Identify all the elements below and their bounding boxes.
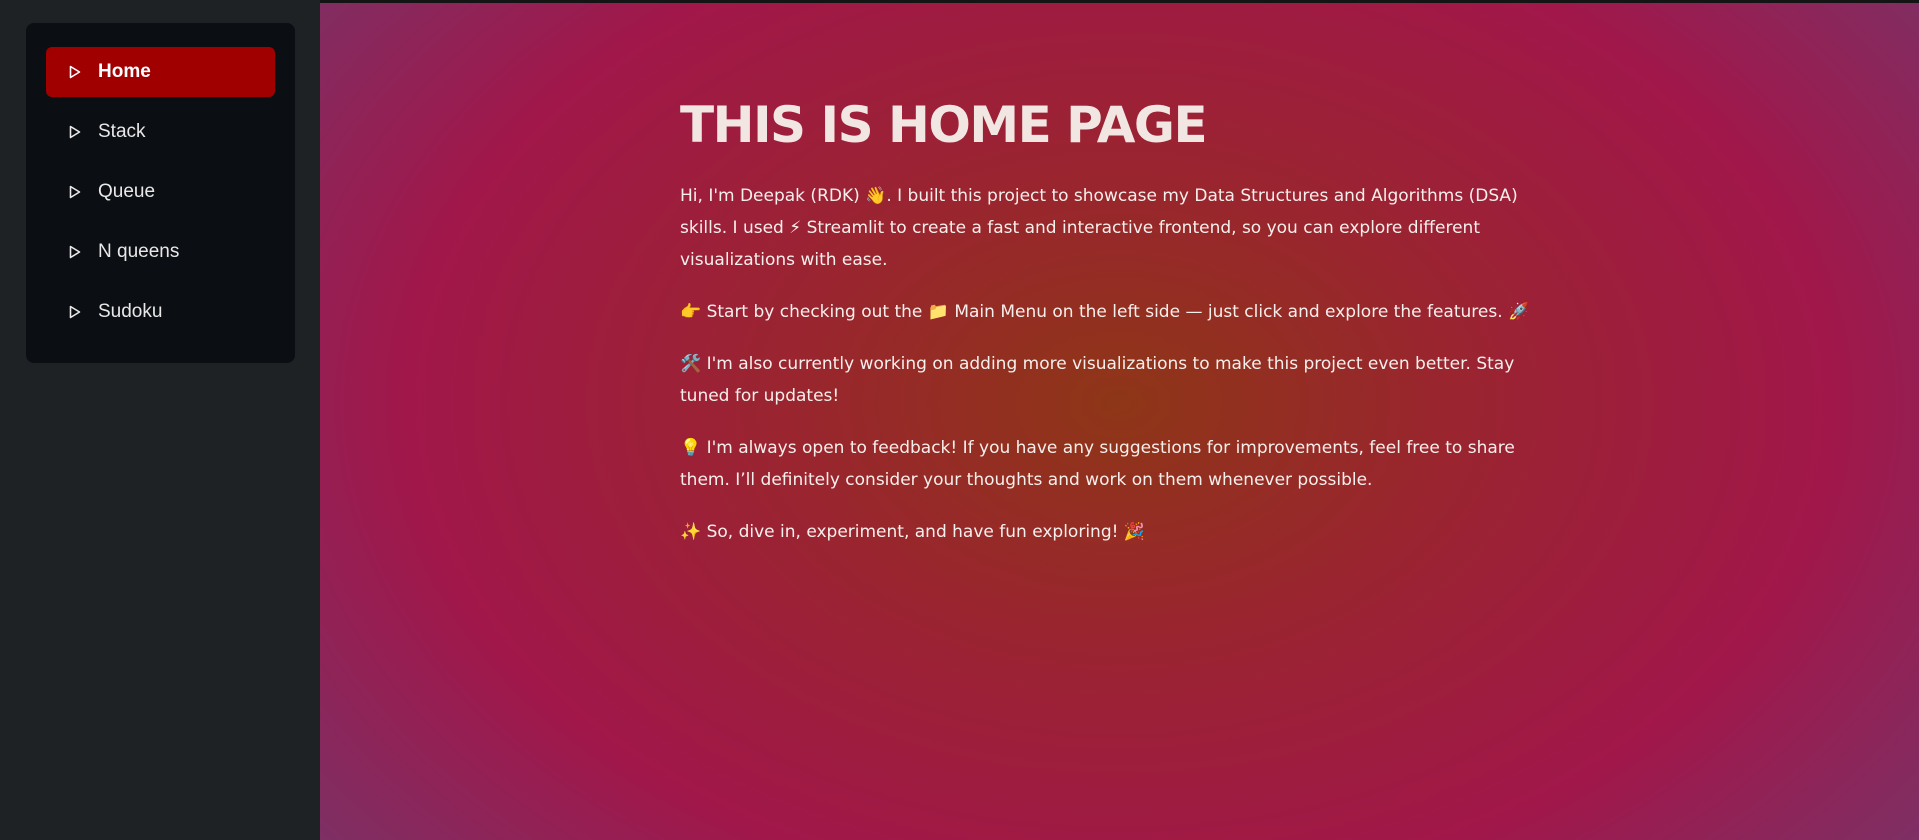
sidebar: Home Stack Queue N queens Sudoku <box>0 0 320 840</box>
play-triangle-icon <box>68 304 82 320</box>
intro-paragraph: Hi, I'm Deepak (RDK) 👋. I built this pro… <box>680 186 1518 270</box>
sidebar-item-sudoku[interactable]: Sudoku <box>46 287 275 337</box>
sidebar-item-label: Home <box>98 61 151 82</box>
play-triangle-icon <box>68 124 82 140</box>
sidebar-item-label: Queue <box>98 181 156 202</box>
sidebar-item-label: Stack <box>98 121 146 142</box>
feedback-paragraph: 💡 I'm always open to feedback! If you ha… <box>680 438 1515 490</box>
sidebar-item-label: N queens <box>98 241 180 262</box>
main-menu: Home Stack Queue N queens Sudoku <box>26 23 295 363</box>
top-border <box>320 0 1919 3</box>
play-triangle-icon <box>68 244 82 260</box>
sidebar-item-queue[interactable]: Queue <box>46 167 275 217</box>
play-triangle-icon <box>68 64 82 80</box>
sidebar-item-stack[interactable]: Stack <box>46 107 275 157</box>
play-triangle-icon <box>68 184 82 200</box>
menu-hint-paragraph: 👉 Start by checking out the 📁 Main Menu … <box>680 302 1530 322</box>
sidebar-item-label: Sudoku <box>98 301 163 322</box>
sidebar-item-n-queens[interactable]: N queens <box>46 227 275 277</box>
closing-paragraph: ✨ So, dive in, experiment, and have fun … <box>680 522 1146 542</box>
home-content: THIS IS HOME PAGE Hi, I'm Deepak (RDK) 👋… <box>680 92 1560 568</box>
work-in-progress-paragraph: 🛠️ I'm also currently working on adding … <box>680 354 1515 406</box>
page-title: THIS IS HOME PAGE <box>680 96 1208 154</box>
sidebar-item-home[interactable]: Home <box>46 47 275 97</box>
main-content[interactable]: THIS IS HOME PAGE Hi, I'm Deepak (RDK) 👋… <box>320 0 1919 840</box>
app-window: Home Stack Queue N queens Sudoku THIS IS… <box>0 0 1919 840</box>
